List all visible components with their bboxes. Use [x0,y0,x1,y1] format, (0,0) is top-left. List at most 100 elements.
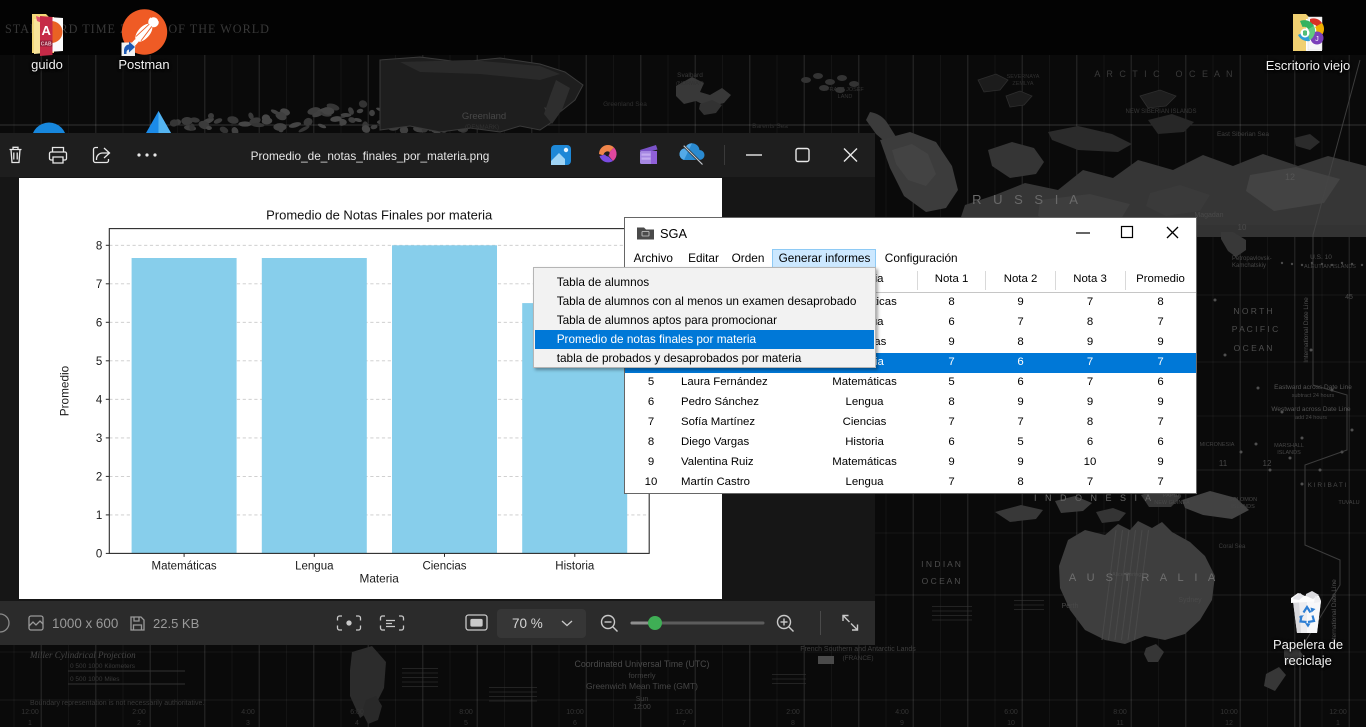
svg-text:2: 2 [96,471,102,483]
svg-text:A R C T I C: A R C T I C [1094,69,1161,79]
svg-text:4: 4 [355,720,359,727]
svg-text:Perth: Perth [1062,603,1079,610]
svg-text:Sydney: Sydney [1178,597,1202,604]
svg-text:3: 3 [246,720,250,727]
svg-text:TUVALU: TUVALU [1338,500,1359,506]
svg-text:K I R I B A T I: K I R I B A T I [1308,482,1347,489]
svg-text:Svalbard: Svalbard [677,72,703,79]
svg-text:5: 5 [464,720,468,727]
svg-text:10: 10 [1238,223,1247,232]
svg-text:A: A [42,23,52,38]
svg-text:6:00: 6:00 [1004,709,1018,716]
svg-text:O C E A N: O C E A N [1175,69,1234,79]
svg-text:French Southern and Antarctic: French Southern and Antarctic Lands [800,646,916,653]
svg-text:22.5 KB: 22.5 KB [153,616,199,631]
svg-text:SGA: SGA [660,226,687,241]
svg-text:2:00: 2:00 [786,709,800,716]
svg-text:7: 7 [682,720,686,727]
svg-text:Greenland Sea: Greenland Sea [603,101,647,108]
svg-text:6: 6 [573,720,577,727]
svg-text:R U S S I A: R U S S I A [972,192,1082,207]
svg-text:Petropavlovsk-: Petropavlovsk- [1232,256,1272,262]
svg-text:9: 9 [900,720,904,727]
svg-text:4: 4 [96,394,103,406]
svg-text:Ciencias: Ciencias [422,560,466,572]
svg-text:0 500 1000 Miles: 0 500 1000 Miles [70,676,120,683]
svg-text:2: 2 [137,720,141,727]
svg-text:Greenland: Greenland [462,111,506,122]
svg-text:add 24 hours: add 24 hours [1295,415,1327,421]
svg-text:1: 1 [1336,720,1340,727]
svg-text:1000 x 600: 1000 x 600 [52,616,118,631]
svg-text:8: 8 [96,240,102,252]
svg-text:3: 3 [96,433,102,445]
svg-text:(FRANCE): (FRANCE) [842,655,873,662]
svg-text:11: 11 [1219,459,1228,468]
svg-text:12: 12 [1285,172,1295,182]
svg-text:East Siberian Sea: East Siberian Sea [1217,131,1269,138]
svg-text:10:00: 10:00 [1220,709,1238,716]
svg-text:P A C I F I C: P A C I F I C [1232,324,1279,334]
svg-text:45: 45 [1345,294,1353,301]
svg-text:SEVERNAYA: SEVERNAYA [1007,74,1040,80]
svg-text:7: 7 [96,279,102,291]
svg-text:O C E A N: O C E A N [922,576,961,586]
svg-text:1: 1 [96,510,102,522]
svg-text:8: 8 [791,720,795,727]
svg-text:N O R T H: N O R T H [1233,306,1272,316]
svg-text:12:00: 12:00 [1329,709,1347,716]
svg-text:O C E A N: O C E A N [1234,343,1273,353]
svg-text:Materia: Materia [360,571,400,585]
svg-text:10: 10 [1007,720,1015,727]
svg-text:4:00: 4:00 [241,709,255,716]
svg-text:Kamchatskiy: Kamchatskiy [1232,263,1266,269]
svg-text:Westward across Date Line: Westward across Date Line [1271,406,1351,413]
svg-text:International Date Line: International Date Line [1303,297,1310,363]
svg-text:I N D O N E S I A: I N D O N E S I A [1034,493,1154,503]
svg-text:6: 6 [96,317,102,329]
svg-text:Miller Cylindrical Projection: Miller Cylindrical Projection [29,650,136,660]
svg-text:ISLANDS: ISLANDS [1231,504,1255,510]
svg-text:Matemáticas: Matemáticas [152,560,217,572]
svg-text:Coordinated Universal Time (UT: Coordinated Universal Time (UTC) [575,659,710,669]
svg-text:NEW GUINEA: NEW GUINEA [1154,500,1190,506]
svg-text:4:00: 4:00 [895,709,909,716]
svg-text:Alice Springs: Alice Springs [1112,572,1144,578]
svg-text:Promedio: Promedio [57,365,71,416]
svg-text:PAPUA: PAPUA [1163,493,1182,499]
svg-text:Greenwich Mean Time (GMT): Greenwich Mean Time (GMT) [586,681,698,691]
svg-text:1: 1 [28,720,32,727]
svg-text:8:00: 8:00 [1113,709,1127,716]
svg-text:0 500 1000 Kilometers: 0 500 1000 Kilometers [70,663,136,670]
svg-text:5: 5 [96,356,102,368]
svg-text:ALEUTIAN ISLANDS: ALEUTIAN ISLANDS [1304,264,1356,270]
svg-text:Historia: Historia [555,560,595,572]
svg-text:NEW SIBERIAN ISLANDS: NEW SIBERIAN ISLANDS [1125,109,1196,115]
svg-text:I N D I A N: I N D I A N [921,559,961,569]
svg-text:MICRONESIA: MICRONESIA [1200,442,1235,448]
svg-text:(NORWAY): (NORWAY) [676,81,704,87]
svg-text:8:00: 8:00 [459,709,473,716]
svg-text:(DENMARK): (DENMARK) [465,125,499,131]
svg-text:MARSHALL: MARSHALL [1274,443,1304,449]
svg-text:Boundary representation is not: Boundary representation is not necessari… [30,700,204,707]
svg-text:Promedio_de_notas_finales_por_: Promedio_de_notas_finales_por_materia.pn… [251,149,490,163]
svg-text:11: 11 [1116,720,1123,727]
svg-text:ISLANDS: ISLANDS [1277,450,1301,456]
svg-text:Barents Sea: Barents Sea [752,123,788,130]
svg-text:Lengua: Lengua [295,560,334,572]
svg-text:Magadan: Magadan [1194,212,1223,219]
svg-text:12: 12 [1225,720,1233,727]
svg-text:J: J [1315,36,1319,43]
svg-text:ZEMLYA: ZEMLYA [1012,81,1034,87]
svg-text:CAB: CAB [41,42,52,48]
svg-text:SOLOMON: SOLOMON [1229,497,1257,503]
svg-text:70 %: 70 % [512,616,543,631]
svg-text:12:00: 12:00 [633,704,651,711]
svg-text:Sun: Sun [636,696,649,703]
svg-text:2:00: 2:00 [132,709,146,716]
svg-text:12:00: 12:00 [675,709,693,716]
svg-text:0: 0 [96,548,102,560]
svg-text:Promedio de Notas Finales por: Promedio de Notas Finales por materia [266,208,493,223]
svg-text:LAND: LAND [838,94,853,100]
